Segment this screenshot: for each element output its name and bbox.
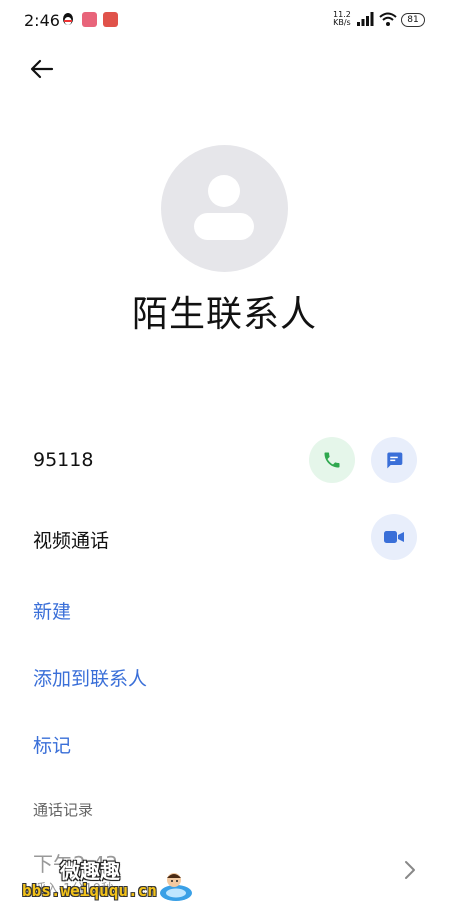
new-contact-button[interactable]: 新建 <box>33 597 71 624</box>
contact-name: 陌生联系人 <box>131 294 317 335</box>
avatar-person-icon <box>208 175 240 207</box>
phone-icon <box>324 452 340 468</box>
status-time: 2:46 <box>24 11 60 30</box>
battery-indicator: 81 <box>401 13 425 27</box>
signal-icon <box>357 12 374 26</box>
watermark-url: bbs.weiququ.cn <box>22 881 157 900</box>
add-to-contacts-button[interactable]: 添加到联系人 <box>33 664 147 691</box>
message-icon <box>387 452 403 469</box>
message-button[interactable] <box>371 437 417 483</box>
mascot-icon <box>160 873 192 901</box>
app-notification-icon <box>82 12 97 27</box>
watermark-title: 微趣趣 <box>60 859 120 883</box>
arrow-left-icon <box>30 59 54 79</box>
qq-icon <box>63 13 73 25</box>
video-call-button[interactable] <box>371 514 417 560</box>
status-bar: 2:46 11.2 KB/s 81 <box>0 0 449 42</box>
app-notification-icon <box>103 12 118 27</box>
mark-button[interactable]: 标记 <box>33 731 71 758</box>
chevron-right-icon[interactable] <box>402 859 418 881</box>
avatar <box>161 145 288 272</box>
video-camera-icon <box>384 531 404 543</box>
phone-number[interactable]: 95118 <box>33 449 93 471</box>
watermark: 微趣趣 bbs.weiququ.cn <box>22 855 202 910</box>
call-log-title: 通话记录 <box>33 801 94 819</box>
video-call-label: 视频通话 <box>33 530 110 552</box>
call-button[interactable] <box>309 437 355 483</box>
wifi-icon <box>379 12 397 26</box>
back-button[interactable] <box>26 55 58 83</box>
network-speed: 11.2 KB/s <box>333 10 351 27</box>
